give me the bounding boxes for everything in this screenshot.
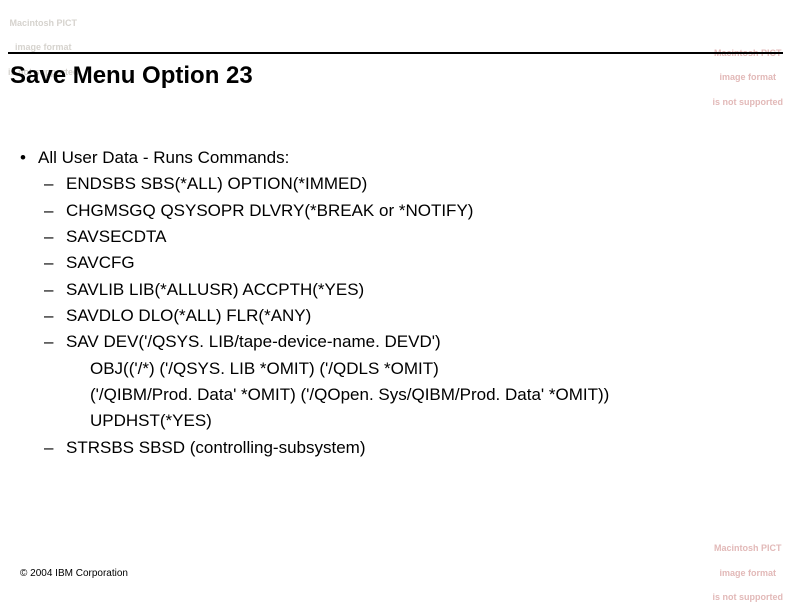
sub-item: – CHGMSGQ QSYSOPR DLVRY(*BREAK or *NOTIF… (44, 198, 751, 224)
sub-continuation: ('/QIBM/Prod. Data' *OMIT) ('/QOpen. Sys… (90, 382, 751, 408)
sublist: – ENDSBS SBS(*ALL) OPTION(*IMMED) – CHGM… (44, 171, 751, 461)
dash-symbol: – (44, 435, 66, 461)
bullet-level1: • All User Data - Runs Commands: (20, 145, 751, 171)
sub-text: ENDSBS SBS(*ALL) OPTION(*IMMED) (66, 171, 751, 197)
sub-text: SAVLIB LIB(*ALLUSR) ACCPTH(*YES) (66, 277, 751, 303)
sub-text: SAVCFG (66, 250, 751, 276)
bullet-symbol: • (20, 145, 38, 171)
bullet-text: All User Data - Runs Commands: (38, 145, 751, 171)
dash-symbol: – (44, 171, 66, 197)
pict-line: is not supported (713, 97, 784, 107)
slide: Macintosh PICT image format is not suppo… (0, 0, 791, 609)
sub-text: CHGMSGQ QSYSOPR DLVRY(*BREAK or *NOTIFY) (66, 198, 751, 224)
sub-continuation: UPDHST(*YES) (90, 408, 751, 434)
sub-item: – ENDSBS SBS(*ALL) OPTION(*IMMED) (44, 171, 751, 197)
sub-item: – SAVLIB LIB(*ALLUSR) ACCPTH(*YES) (44, 277, 751, 303)
pict-placeholder-bottom: Macintosh PICT image format is not suppo… (713, 530, 784, 603)
sub-item: – SAV DEV('/QSYS. LIB/tape-device-name. … (44, 329, 751, 355)
sub-text: SAVSECDTA (66, 224, 751, 250)
pict-line: is not supported (713, 592, 784, 602)
dash-symbol: – (44, 303, 66, 329)
dash-symbol: – (44, 329, 66, 355)
sub-item: – STRSBS SBSD (controlling-subsystem) (44, 435, 751, 461)
sub-text: SAVDLO DLO(*ALL) FLR(*ANY) (66, 303, 751, 329)
sub-continuation: OBJ(('/*) ('/QSYS. LIB *OMIT) ('/QDLS *O… (90, 356, 751, 382)
sub-text: SAV DEV('/QSYS. LIB/tape-device-name. DE… (66, 329, 751, 355)
slide-title: Save Menu Option 23 (10, 62, 253, 90)
dash-symbol: – (44, 250, 66, 276)
pict-line: Macintosh PICT (714, 543, 782, 553)
sub-item: – SAVSECDTA (44, 224, 751, 250)
pict-line: image format (719, 568, 776, 578)
copyright: © 2004 IBM Corporation (20, 568, 128, 579)
dash-symbol: – (44, 277, 66, 303)
pict-line: Macintosh PICT (9, 18, 77, 28)
sub-item: – SAVCFG (44, 250, 751, 276)
pict-line: image format (15, 42, 72, 52)
pict-placeholder-right: Macintosh PICT image format is not suppo… (713, 35, 784, 108)
sub-text: STRSBS SBSD (controlling-subsystem) (66, 435, 751, 461)
dash-symbol: – (44, 198, 66, 224)
horizontal-rule (8, 52, 783, 54)
sub-item: – SAVDLO DLO(*ALL) FLR(*ANY) (44, 303, 751, 329)
dash-symbol: – (44, 224, 66, 250)
body-content: • All User Data - Runs Commands: – ENDSB… (20, 145, 751, 461)
pict-line: image format (719, 72, 776, 82)
